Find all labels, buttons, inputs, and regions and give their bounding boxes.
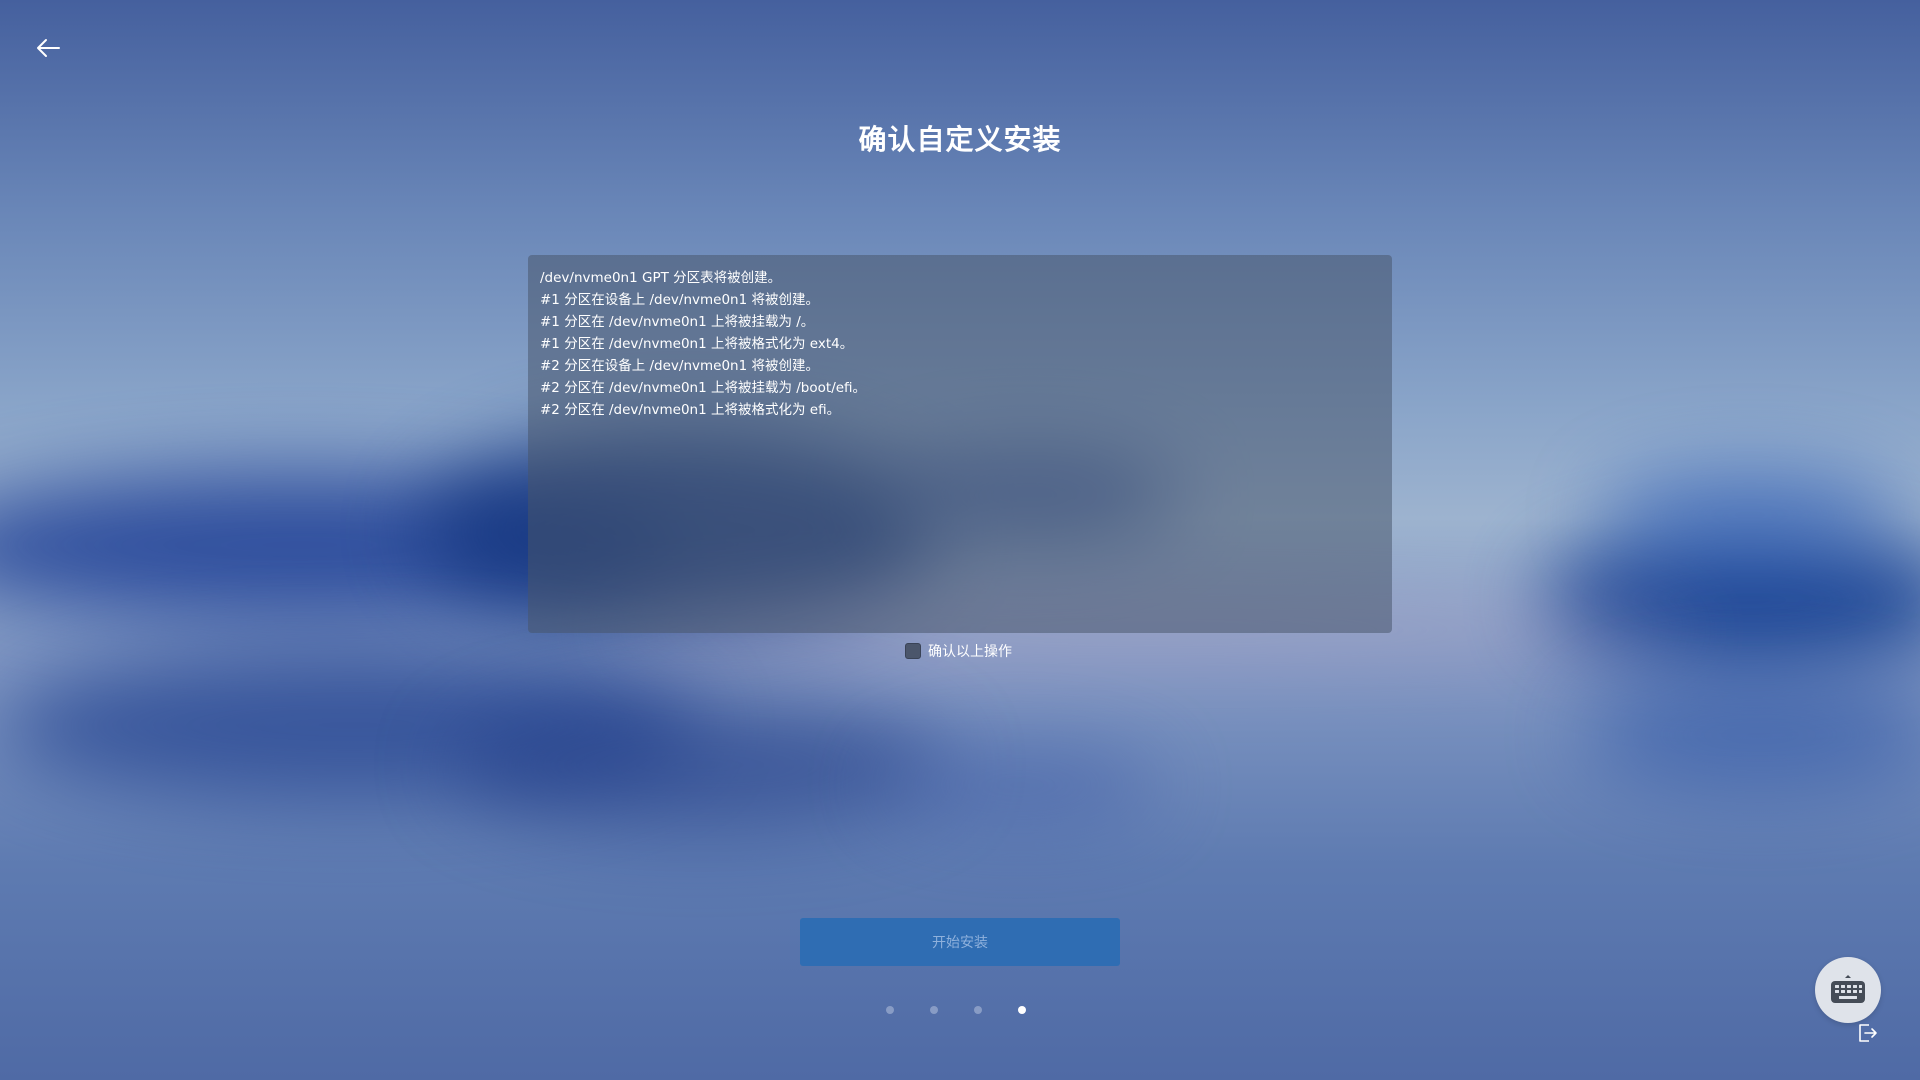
log-line: #2 分区在 /dev/nvme0n1 上将被格式化为 efi。 bbox=[540, 402, 841, 418]
log-line: #1 分区在 /dev/nvme0n1 上将被格式化为 ext4。 bbox=[540, 336, 854, 352]
wallpaper-blur bbox=[1580, 680, 1920, 790]
log-line: #1 分区在 /dev/nvme0n1 上将被挂载为 /。 bbox=[540, 314, 815, 330]
wallpaper-blur bbox=[1600, 470, 1900, 560]
confirm-checkbox-row[interactable]: 确认以上操作 bbox=[905, 640, 1012, 662]
step-dot bbox=[974, 1006, 982, 1014]
back-arrow-icon bbox=[37, 39, 60, 57]
confirm-checkbox[interactable] bbox=[905, 643, 921, 659]
confirm-label: 确认以上操作 bbox=[928, 644, 1012, 660]
log-line: #2 分区在 /dev/nvme0n1 上将被挂载为 /boot/efi。 bbox=[540, 380, 867, 396]
keyboard-icon bbox=[1831, 975, 1865, 1003]
step-dot bbox=[930, 1006, 938, 1014]
log-line: #2 分区在设备上 /dev/nvme0n1 将被创建。 bbox=[540, 358, 819, 374]
start-install-button[interactable]: 开始安装 bbox=[800, 918, 1120, 966]
installer-background: 确认自定义安装 /dev/nvme0n1 GPT 分区表将被创建。 #1 分区在… bbox=[0, 0, 1920, 1080]
wallpaper-blur bbox=[450, 700, 950, 830]
exit-button[interactable] bbox=[1854, 1020, 1880, 1046]
step-indicator bbox=[884, 1006, 1044, 1016]
step-dot-active bbox=[1018, 1006, 1026, 1014]
back-button[interactable] bbox=[30, 32, 66, 64]
wallpaper-blur bbox=[880, 750, 1160, 820]
operation-log-panel[interactable]: /dev/nvme0n1 GPT 分区表将被创建。 #1 分区在设备上 /dev… bbox=[528, 255, 1392, 633]
step-dot bbox=[886, 1006, 894, 1014]
log-line: #1 分区在设备上 /dev/nvme0n1 将被创建。 bbox=[540, 292, 819, 308]
page-title: 确认自定义安装 bbox=[858, 123, 1062, 156]
virtual-keyboard-button[interactable] bbox=[1815, 957, 1881, 1023]
log-line: /dev/nvme0n1 GPT 分区表将被创建。 bbox=[540, 270, 782, 286]
exit-icon bbox=[1859, 1024, 1877, 1042]
